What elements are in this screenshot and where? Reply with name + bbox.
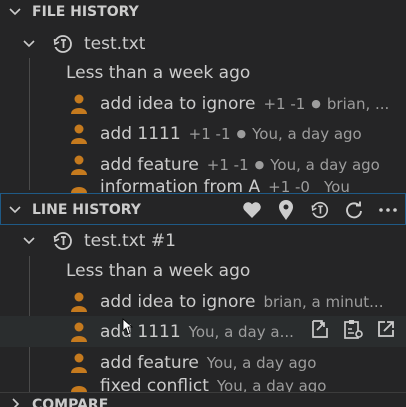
refresh-icon[interactable] <box>344 200 364 220</box>
file-history-commit-row[interactable]: add idea to ignore +1 -1 ● brian, ... <box>0 88 406 119</box>
file-history-header[interactable]: FILE HISTORY <box>0 0 406 24</box>
file-name: test.txt #1 <box>84 230 176 251</box>
user-avatar-icon <box>71 386 87 392</box>
commit-message: add idea to ignore <box>100 291 256 312</box>
file-history-file-node[interactable]: test.txt <box>0 28 406 59</box>
commit-author-time: You, a day ago <box>252 124 362 143</box>
heart-icon[interactable] <box>242 200 262 220</box>
user-avatar-icon <box>71 322 87 342</box>
commit-author-time: brian, a minut... <box>263 292 384 311</box>
file-name: test.txt <box>84 33 146 54</box>
compare-changes-icon[interactable] <box>342 318 364 345</box>
history-icon <box>53 34 72 53</box>
commit-message: add idea to ignore <box>100 93 256 114</box>
commit-changes: +1 -1 <box>263 94 306 113</box>
open-file-icon[interactable] <box>310 319 330 344</box>
file-history-group[interactable]: Less than a week ago <box>0 57 406 88</box>
user-avatar-icon <box>71 124 87 144</box>
commit-author-time: You, a day ago <box>270 155 380 174</box>
file-history-commit-row[interactable]: information from A +1 -0 You <box>0 179 406 193</box>
commit-author-time: brian, ... <box>326 94 390 113</box>
compare-title: COMPARE <box>32 397 109 407</box>
commit-author-time: You, a day a... <box>188 322 294 341</box>
separator-dot: ● <box>236 127 247 140</box>
line-history-group[interactable]: Less than a week ago <box>0 255 406 286</box>
more-icon[interactable] <box>378 200 398 220</box>
commit-message: add 1111 <box>100 123 181 144</box>
commit-message: add 1111 <box>100 321 181 342</box>
separator-dot: ● <box>311 97 321 110</box>
line-history-header[interactable]: LINE HISTORY <box>0 193 406 225</box>
line-history-commit-row[interactable]: add feature You, a day ago <box>0 347 406 378</box>
line-history-actions <box>242 194 398 225</box>
location-pin-icon[interactable] <box>276 199 296 220</box>
compare-header[interactable]: COMPARE <box>0 392 406 407</box>
chevron-down-icon[interactable] <box>22 37 36 51</box>
group-label: Less than a week ago <box>66 62 251 83</box>
line-history-commit-row[interactable]: add idea to ignore brian, a minut... <box>0 286 406 317</box>
commit-message: fixed conflict <box>100 377 209 392</box>
line-history-title: LINE HISTORY <box>32 201 141 218</box>
commit-row-actions <box>304 316 396 347</box>
chevron-down-icon[interactable] <box>22 234 36 248</box>
commit-message: information from A <box>100 179 261 193</box>
line-history-file-node[interactable]: test.txt #1 <box>0 225 406 256</box>
history-icon[interactable] <box>310 200 330 220</box>
commit-author-time: You, a day ago <box>216 377 327 392</box>
commit-author-time: You, a day ago <box>206 353 317 372</box>
user-avatar-icon <box>71 292 87 312</box>
line-history-commit-row[interactable]: add 1111 You, a day a... <box>0 316 406 347</box>
file-history-title: FILE HISTORY <box>32 4 139 20</box>
commit-author-time: You <box>323 179 350 193</box>
commit-message: add feature <box>100 352 199 373</box>
file-history-commit-row[interactable]: add 1111 +1 -1 ● You, a day ago <box>0 118 406 149</box>
user-avatar-icon <box>71 353 87 373</box>
commit-changes: +1 -0 <box>268 179 310 193</box>
user-avatar-icon <box>71 187 87 193</box>
line-history-commit-row[interactable]: fixed conflict You, a day ago <box>0 377 406 392</box>
chevron-down-icon[interactable] <box>8 5 22 19</box>
commit-changes: +1 -1 <box>206 155 249 174</box>
mouse-pointer-icon <box>122 318 134 335</box>
chevron-right-icon[interactable] <box>8 397 22 407</box>
commit-message: add feature <box>100 154 199 175</box>
separator-dot: ● <box>254 158 265 171</box>
open-external-icon[interactable] <box>376 319 396 344</box>
history-icon <box>53 231 72 250</box>
user-avatar-icon <box>71 155 87 175</box>
user-avatar-icon <box>71 94 87 114</box>
file-history-commit-row[interactable]: add feature +1 -1 ● You, a day ago <box>0 149 406 180</box>
commit-changes: +1 -1 <box>188 124 231 143</box>
chevron-down-icon[interactable] <box>8 203 22 217</box>
group-label: Less than a week ago <box>66 260 251 281</box>
